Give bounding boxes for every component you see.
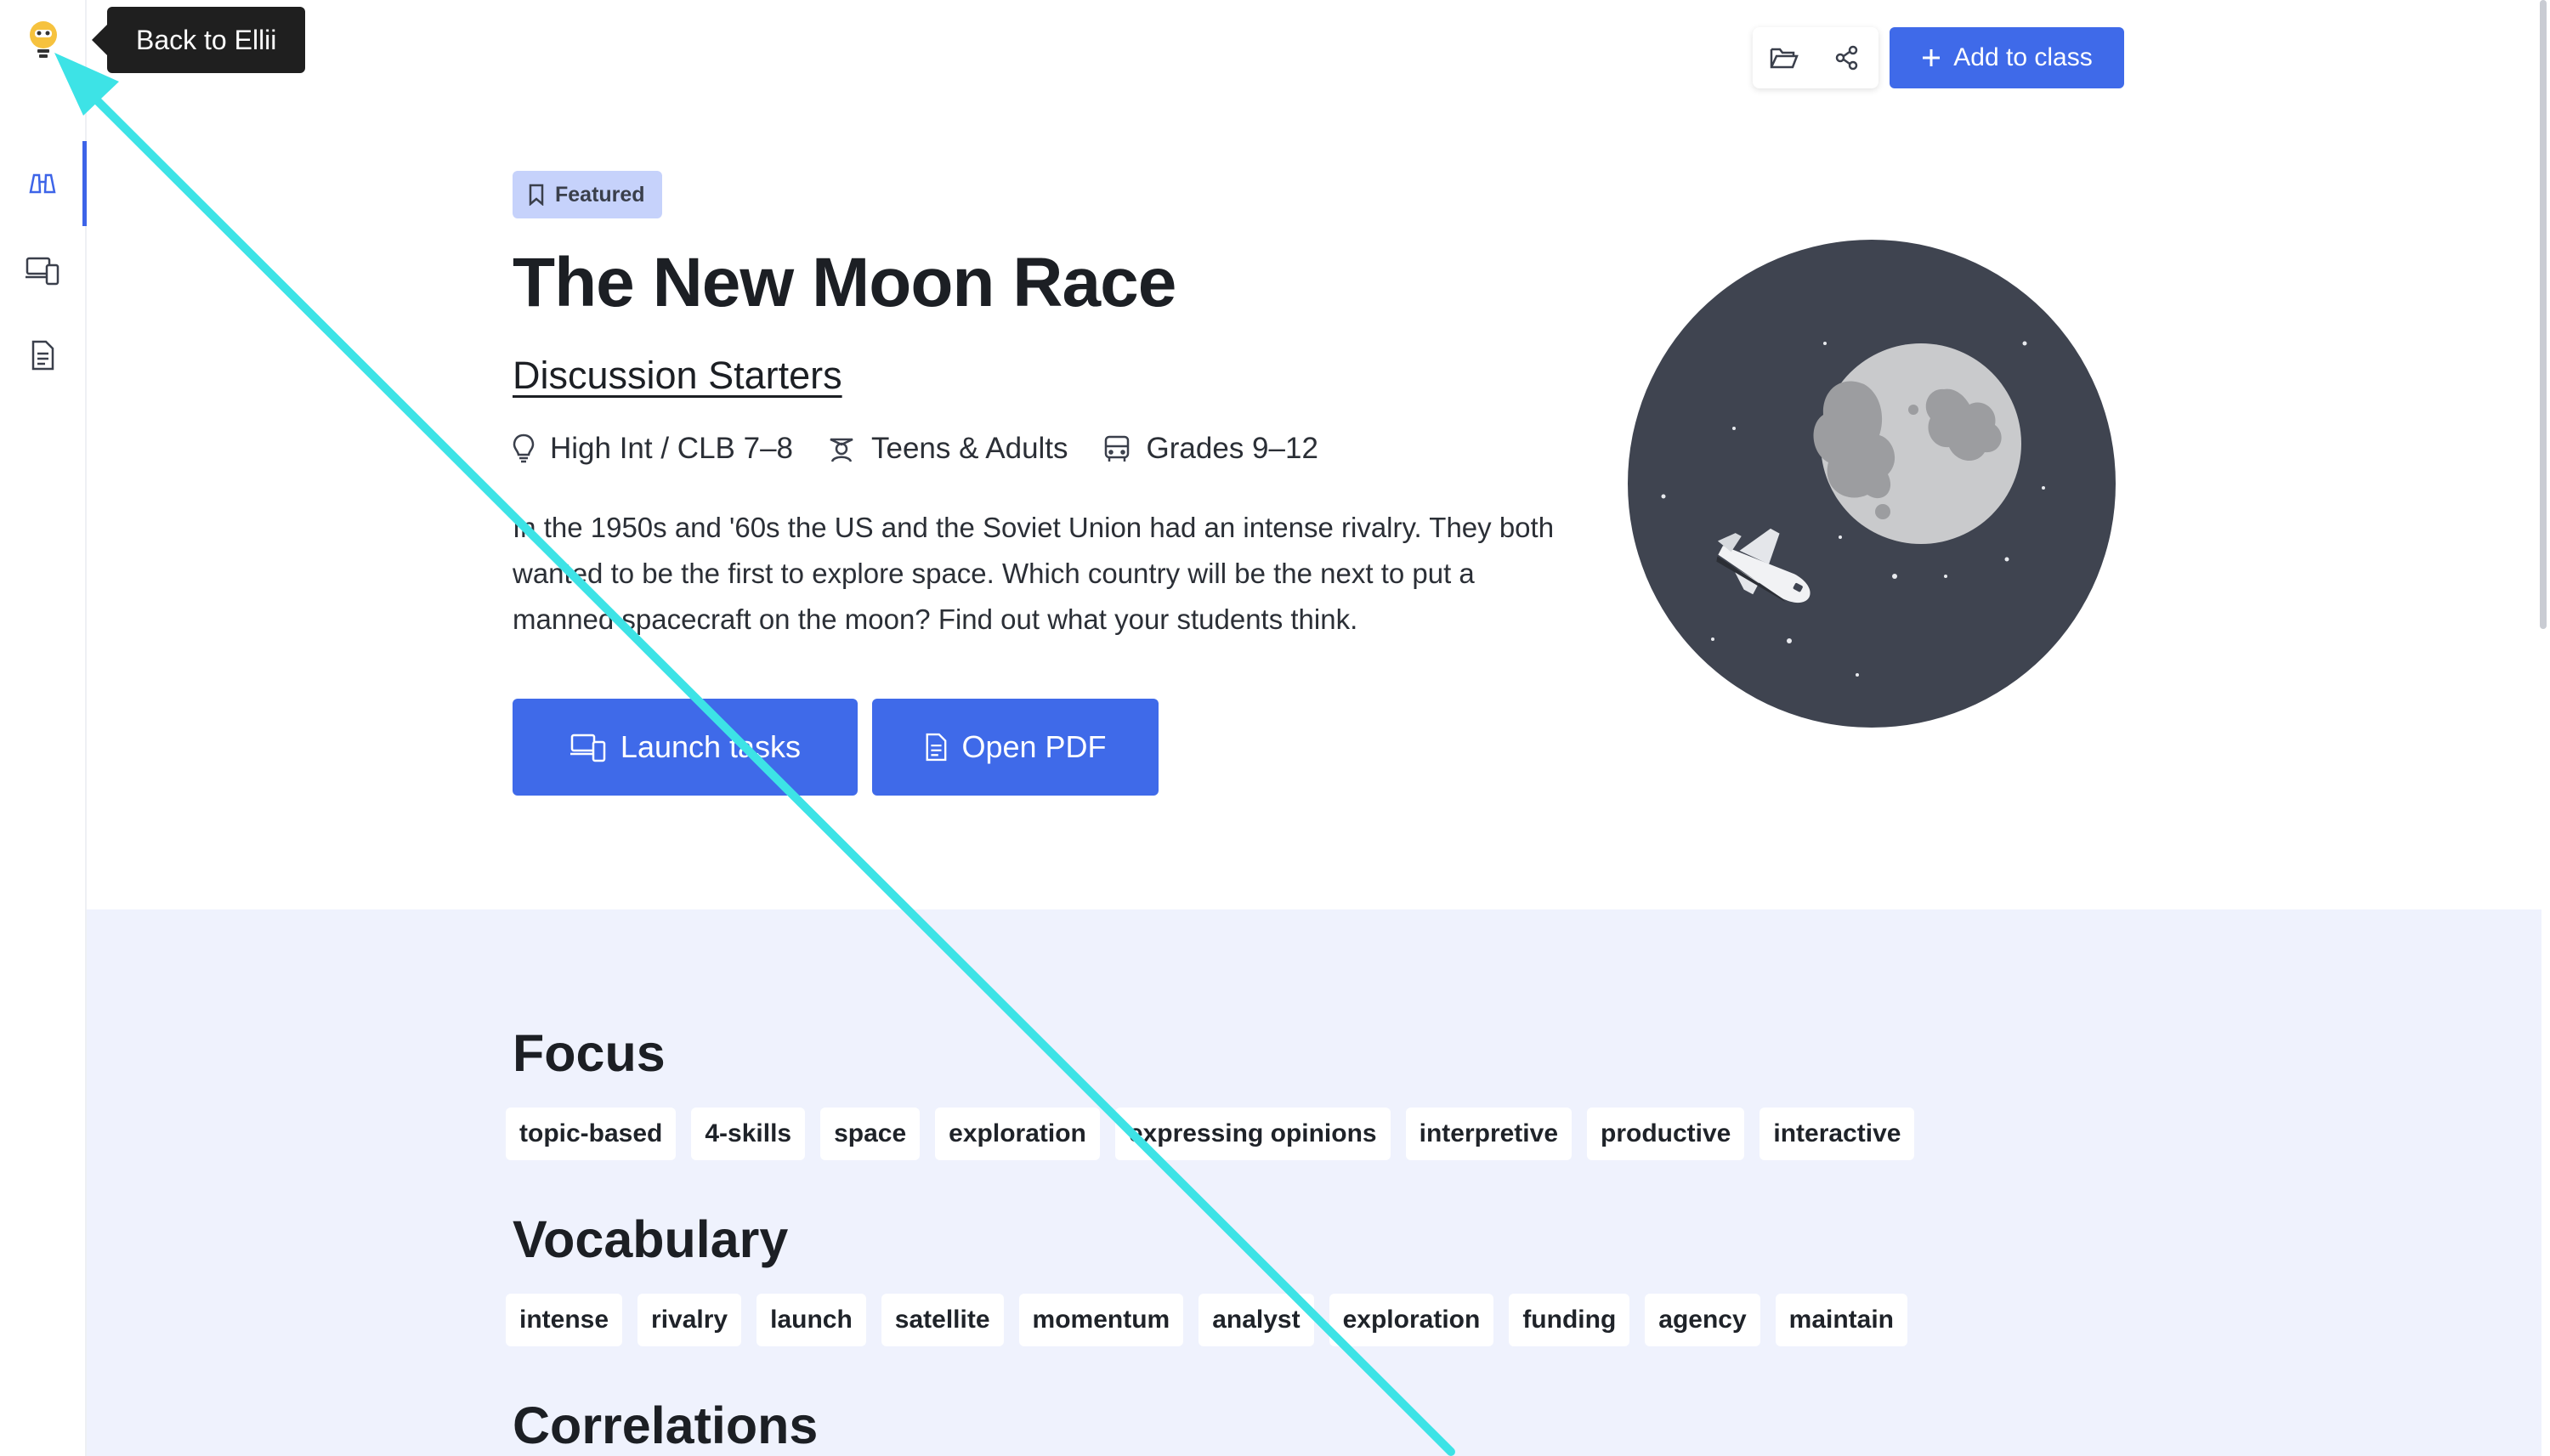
back-to-ellii-tooltip: Back to Ellii bbox=[91, 7, 306, 73]
lesson-description: In the 1950s and '60s the US and the Sov… bbox=[513, 512, 1555, 635]
lightbulb-icon bbox=[513, 433, 535, 463]
lesson-meta: High Int / CLB 7–8 Teens & Adults Grades… bbox=[513, 432, 1352, 466]
focus-tag[interactable]: exploration bbox=[935, 1108, 1100, 1160]
vocabulary-tag[interactable]: analyst bbox=[1198, 1294, 1314, 1346]
school-bus-icon bbox=[1104, 435, 1129, 462]
document-icon bbox=[926, 733, 947, 762]
nav-pdf-button[interactable] bbox=[0, 313, 85, 398]
vocabulary-tag[interactable]: agency bbox=[1645, 1294, 1760, 1346]
focus-tag[interactable]: topic-based bbox=[506, 1108, 677, 1160]
audience-text: Teens & Adults bbox=[871, 432, 1068, 465]
focus-tag[interactable]: space bbox=[820, 1108, 921, 1160]
nav-tasks-button[interactable] bbox=[0, 228, 85, 313]
launch-tasks-label: Launch tasks bbox=[620, 729, 802, 764]
level-text: High Int / CLB 7–8 bbox=[550, 432, 793, 465]
vocabulary-tag[interactable]: momentum bbox=[1018, 1294, 1184, 1346]
featured-badge: Featured bbox=[513, 171, 662, 218]
correlations-title: Correlations bbox=[513, 1397, 819, 1454]
focus-tag[interactable]: expressing opinions bbox=[1114, 1108, 1391, 1160]
focus-tags: topic-based 4-skills space exploration e… bbox=[506, 1108, 1915, 1160]
sidebar bbox=[0, 0, 87, 1456]
level-meta: High Int / CLB 7–8 bbox=[513, 432, 793, 466]
vocabulary-tag[interactable]: intense bbox=[506, 1294, 623, 1346]
focus-title: Focus bbox=[513, 1024, 666, 1082]
category-link[interactable]: Discussion Starters bbox=[513, 354, 842, 398]
open-pdf-button[interactable]: Open PDF bbox=[872, 699, 1159, 796]
moon-illustration bbox=[1628, 240, 2116, 728]
grades-meta: Grades 9–12 bbox=[1102, 432, 1318, 466]
vocabulary-tag[interactable]: rivalry bbox=[638, 1294, 742, 1346]
save-to-folder-button[interactable] bbox=[1753, 27, 1816, 88]
document-icon bbox=[31, 340, 54, 371]
page-scrollbar[interactable] bbox=[2540, 0, 2547, 629]
add-to-class-label: Add to class bbox=[1953, 43, 2093, 71]
plus-icon bbox=[1923, 49, 1941, 66]
nav-explore-button[interactable] bbox=[0, 141, 87, 226]
focus-tag[interactable]: 4-skills bbox=[691, 1108, 806, 1160]
folder-icon bbox=[1770, 48, 1799, 69]
ellii-logo-icon[interactable] bbox=[26, 19, 61, 63]
toolbar-icon-group bbox=[1753, 27, 1878, 88]
focus-tag[interactable]: interpretive bbox=[1405, 1108, 1572, 1160]
share-icon bbox=[1835, 45, 1858, 71]
devices-icon bbox=[26, 257, 60, 286]
focus-tag[interactable]: interactive bbox=[1760, 1108, 1915, 1160]
vocabulary-tag[interactable]: satellite bbox=[881, 1294, 1004, 1346]
page-title: The New Moon Race bbox=[513, 244, 1176, 321]
focus-tag[interactable]: productive bbox=[1587, 1108, 1745, 1160]
grades-text: Grades 9–12 bbox=[1146, 432, 1318, 465]
vocabulary-tag[interactable]: exploration bbox=[1329, 1294, 1494, 1346]
vocabulary-tag[interactable]: maintain bbox=[1775, 1294, 1908, 1346]
featured-label: Featured bbox=[555, 182, 645, 207]
audience-meta: Teens & Adults bbox=[827, 432, 1068, 466]
details-section bbox=[87, 909, 2542, 1456]
binoculars-icon bbox=[29, 173, 56, 194]
graduate-icon bbox=[830, 438, 853, 462]
devices-icon bbox=[570, 734, 606, 762]
vocabulary-tag[interactable]: funding bbox=[1509, 1294, 1630, 1346]
add-to-class-button[interactable]: Add to class bbox=[1890, 27, 2124, 88]
bookmark-icon bbox=[529, 184, 544, 206]
launch-tasks-button[interactable]: Launch tasks bbox=[513, 699, 858, 796]
vocabulary-tags: intense rivalry launch satellite momentu… bbox=[506, 1294, 1908, 1346]
vocabulary-tag[interactable]: launch bbox=[756, 1294, 866, 1346]
open-pdf-label: Open PDF bbox=[961, 729, 1107, 764]
vocabulary-title: Vocabulary bbox=[513, 1210, 789, 1268]
share-button[interactable] bbox=[1816, 27, 1878, 88]
